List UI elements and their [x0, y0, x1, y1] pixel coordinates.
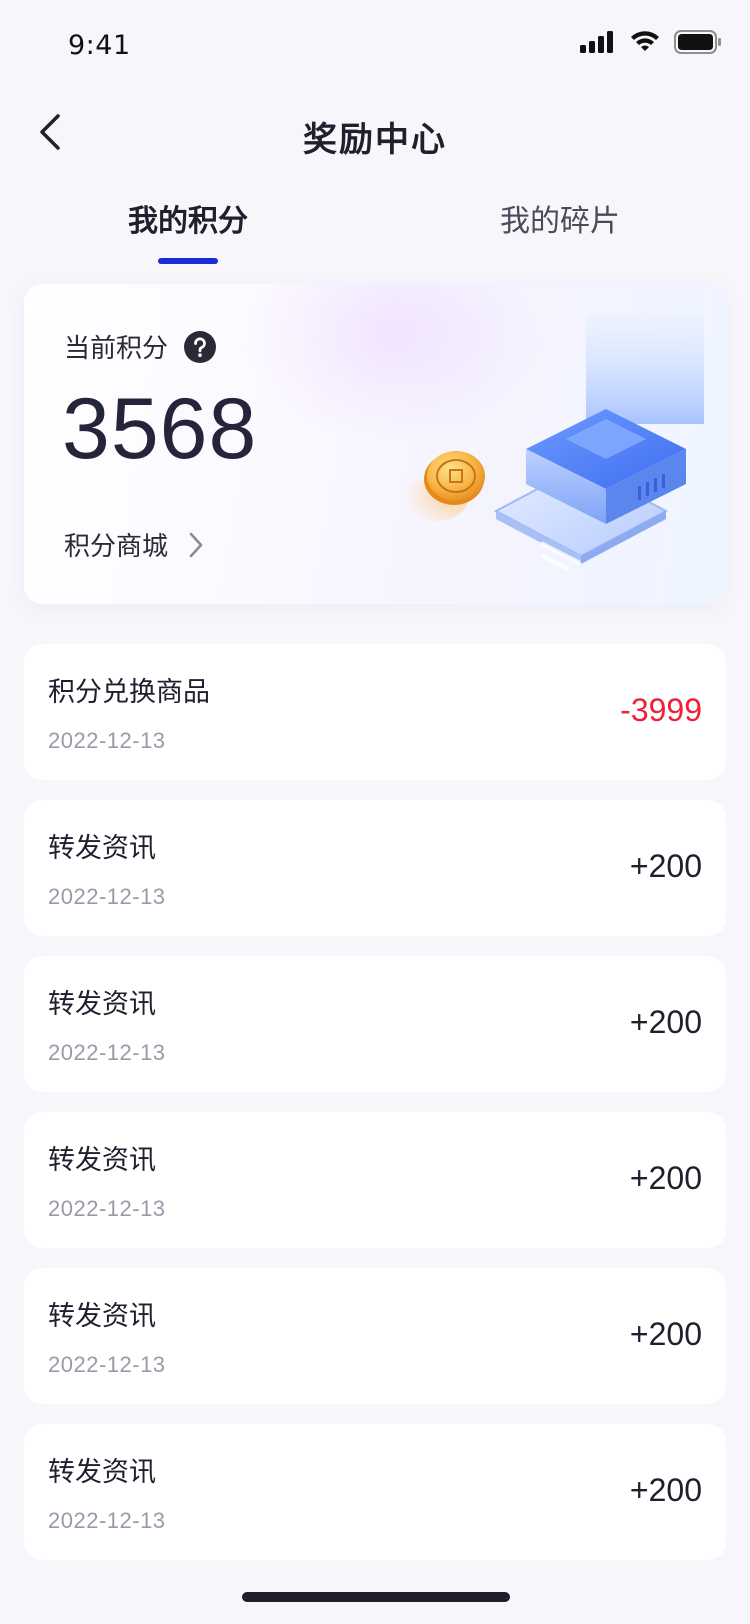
chevron-right-icon	[188, 531, 204, 559]
points-record-list: 积分兑换商品 2022-12-13 -3999 转发资讯 2022-12-13 …	[24, 644, 726, 1580]
points-mall-label: 积分商城	[64, 532, 169, 562]
battery-icon	[674, 30, 722, 58]
record-item[interactable]: 转发资讯 2022-12-13 +200	[24, 1268, 726, 1404]
record-date: 2022-12-13	[48, 1508, 166, 1533]
points-label-row: 当前积分	[64, 328, 217, 365]
record-title: 转发资讯	[48, 1145, 156, 1176]
active-tab-indicator	[158, 258, 218, 264]
tab-my-fragments[interactable]: 我的碎片	[440, 196, 680, 240]
tab-bar: 我的积分 我的碎片	[0, 196, 750, 266]
record-item[interactable]: 转发资讯 2022-12-13 +200	[24, 1112, 726, 1248]
record-amount: +200	[629, 1472, 702, 1508]
help-icon[interactable]	[184, 330, 217, 363]
record-amount: -3999	[620, 692, 702, 728]
nav-bar: 奖励中心	[0, 88, 750, 178]
home-indicator	[242, 1592, 510, 1602]
points-card: 当前积分 3568 积分商城	[24, 284, 726, 604]
record-item[interactable]: 积分兑换商品 2022-12-13 -3999	[24, 644, 726, 780]
record-title: 积分兑换商品	[48, 677, 210, 708]
signal-icon	[580, 31, 616, 57]
reward-center-page: 9:41 奖励中心 我的积分 我的碎片 当前积分 3568 积分商城 积分兑换商…	[0, 0, 750, 1624]
record-amount: +200	[629, 1004, 702, 1040]
record-title: 转发资讯	[48, 1457, 156, 1488]
record-amount: +200	[629, 1160, 702, 1196]
wifi-icon	[630, 31, 660, 57]
record-amount: +200	[629, 848, 702, 884]
record-item[interactable]: 转发资讯 2022-12-13 +200	[24, 800, 726, 936]
page-title: 奖励中心	[303, 120, 447, 160]
record-item[interactable]: 转发资讯 2022-12-13 +200	[24, 956, 726, 1092]
record-item[interactable]: 转发资讯 2022-12-13 +200	[24, 1424, 726, 1560]
record-title: 转发资讯	[48, 833, 156, 864]
reward-illustration	[404, 314, 706, 584]
record-date: 2022-12-13	[48, 1196, 166, 1221]
record-title: 转发资讯	[48, 1301, 156, 1332]
status-time: 9:41	[68, 30, 131, 61]
record-title: 转发资讯	[48, 989, 156, 1020]
current-points-value: 3568	[62, 381, 258, 477]
record-amount: +200	[629, 1316, 702, 1352]
tab-my-points[interactable]: 我的积分	[68, 196, 308, 240]
status-icons	[580, 30, 722, 58]
points-mall-link[interactable]: 积分商城	[64, 526, 204, 563]
record-date: 2022-12-13	[48, 1352, 166, 1377]
record-date: 2022-12-13	[48, 728, 166, 753]
status-bar: 9:41	[0, 0, 750, 88]
current-points-label: 当前积分	[64, 334, 169, 364]
record-date: 2022-12-13	[48, 1040, 166, 1065]
record-date: 2022-12-13	[48, 884, 166, 909]
